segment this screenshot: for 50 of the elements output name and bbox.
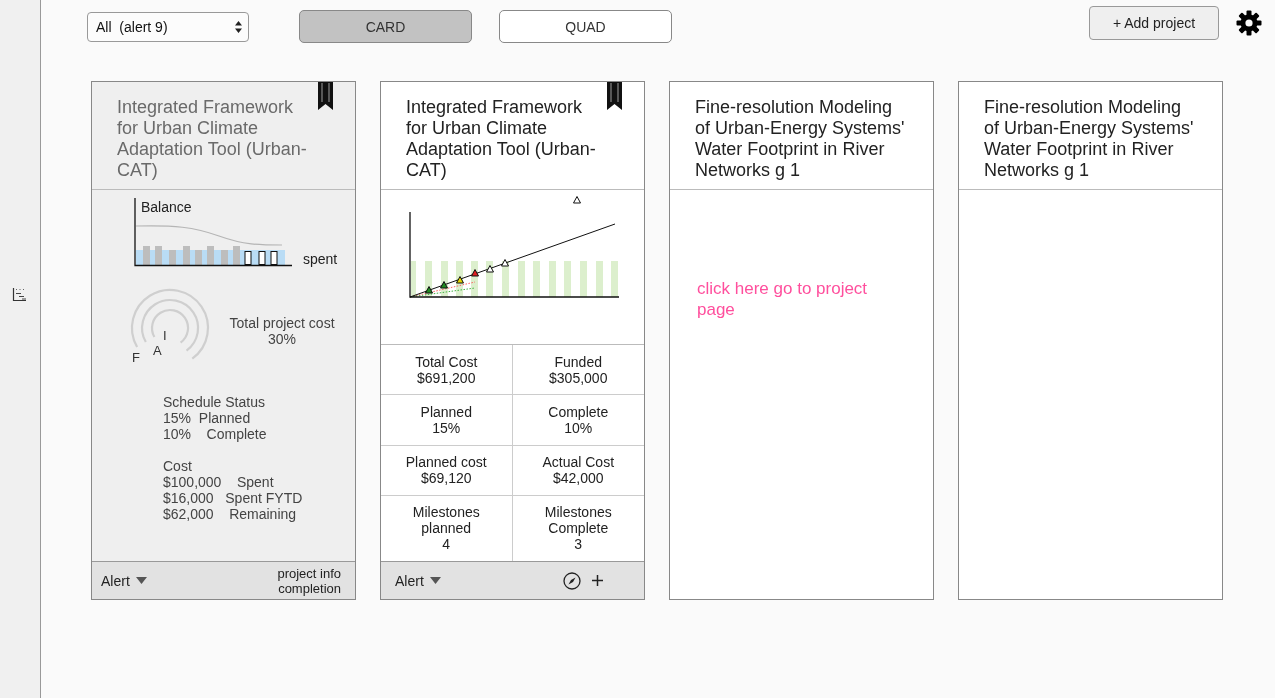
stat-label: Milestones planned (411, 504, 481, 537)
stat-label: Funded (554, 353, 602, 370)
schedule-line: 15% Planned (163, 410, 252, 426)
view-toggle-button[interactable]: CARD (299, 10, 472, 43)
stat-value: 10% (564, 419, 593, 436)
stat-value: $305,000 (549, 369, 608, 386)
caret-icon (429, 577, 441, 584)
card-title: Integrated Framework for Urban Climate Adaptation Tool (Urban-CAT) (117, 96, 308, 182)
card-title: Integrated Framework for Urban Climate Adaptation Tool (Urban-CAT) (406, 96, 597, 182)
cost-line: $62,000 Remaining (163, 506, 298, 522)
alert-dropdown[interactable]: Alert (101, 572, 147, 589)
cost-heading: Cost (163, 458, 193, 474)
gauge-label: A (153, 343, 162, 358)
stat-label: Planned cost (405, 454, 487, 471)
card-title: Fine-resolution Modeling of Urban-Energy Systems' Water Footprint in River Networks g 1 (695, 96, 906, 182)
stat-label: Milestones Complete (543, 504, 613, 537)
stat-value: $69,120 (420, 470, 472, 487)
total-cost-value: 30% (267, 331, 297, 347)
settings-icon[interactable] (1236, 10, 1262, 36)
alert-dropdown[interactable]: Alert (395, 572, 441, 589)
stat-label: Total Cost (415, 353, 478, 370)
project-info-link[interactable]: project info completion (277, 565, 341, 596)
total-cost-label: Total project cost (228, 315, 336, 331)
view-toggle-button[interactable]: QUAD (499, 10, 672, 43)
bookmark-icon[interactable] (318, 82, 333, 110)
gauge-label: I (163, 328, 167, 343)
stat-value: 4 (442, 536, 451, 553)
compass-icon[interactable] (563, 571, 581, 590)
updown-arrows-icon (235, 21, 242, 33)
cost-line: $16,000 Spent FYTD (163, 490, 304, 506)
stat-label: Complete (548, 403, 609, 420)
stat-label: Planned (420, 403, 472, 420)
chart-label: Balance (141, 199, 192, 215)
bookmark-icon[interactable] (607, 82, 622, 110)
plus-icon[interactable] (592, 575, 603, 586)
stat-value: 15% (432, 419, 461, 436)
schedule-line: 10% Complete (163, 426, 268, 442)
stat-value: 3 (574, 536, 583, 553)
stat-label: Actual Cost (542, 454, 615, 471)
axis-label: spent (303, 251, 338, 267)
filter-select[interactable]: All (alert 9) (87, 12, 249, 42)
schedule-heading: Schedule Status (163, 394, 266, 410)
gauge-label: F (132, 350, 140, 365)
card-title: Fine-resolution Modeling of Urban-Energy Systems' Water Footprint in River Networks g 1 (984, 96, 1195, 182)
cost-line: $100,000 Spent (163, 474, 275, 490)
stat-value: $691,200 (417, 369, 476, 386)
add-project-button[interactable]: + Add project (1089, 6, 1219, 40)
caret-icon (135, 577, 147, 584)
chart-icon[interactable] (12, 287, 27, 302)
stat-value: $42,000 (552, 470, 604, 487)
